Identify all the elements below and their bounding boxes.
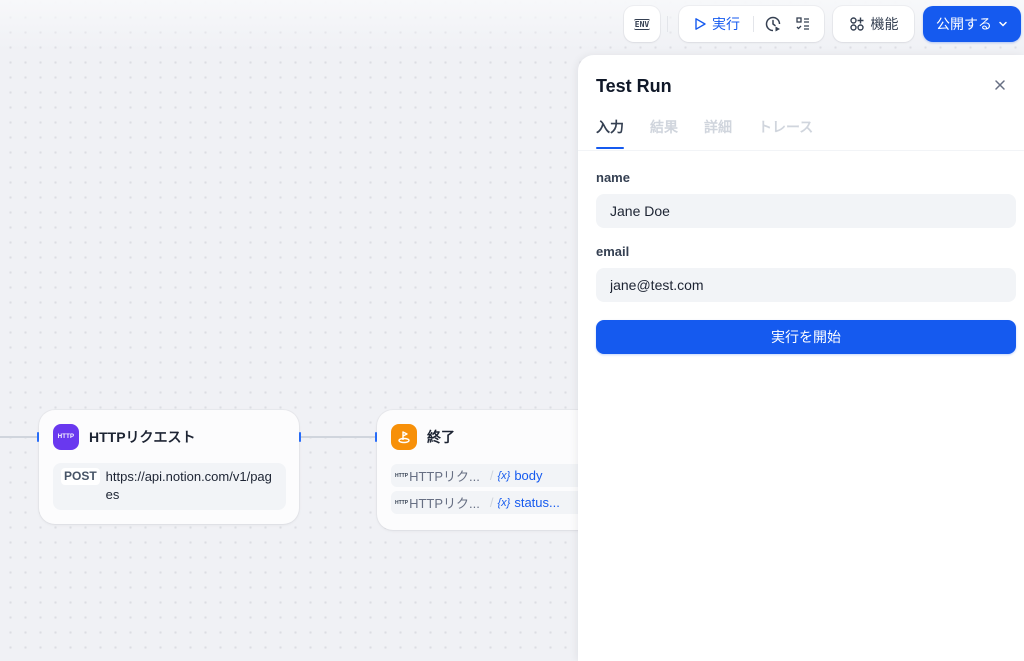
tab-detail[interactable]: 詳細 <box>704 117 732 149</box>
features-label: 機能 <box>870 16 899 32</box>
flag-icon <box>391 424 417 450</box>
checklist-icon <box>796 17 809 30</box>
name-input[interactable] <box>596 194 1016 228</box>
node-header: 終了 <box>391 424 455 450</box>
http-method: POST <box>61 468 100 485</box>
variable-icon: {x} <box>497 469 511 482</box>
features-grid-icon <box>849 17 864 31</box>
node-title: HTTPリクエスト <box>89 429 196 445</box>
edge-incoming <box>0 436 37 438</box>
close-button[interactable] <box>992 77 1008 93</box>
request-url: https://api.notion.com/v1/pages <box>105 469 272 502</box>
run-group: 実行 <box>679 6 824 42</box>
http-tag-icon: HTTP <box>395 472 409 479</box>
email-label: email <box>596 244 630 259</box>
tab-input[interactable]: 入力 <box>596 117 624 149</box>
run-button[interactable]: 実行 <box>693 14 740 34</box>
http-tag-icon: HTTP <box>395 499 409 506</box>
variable-source-node: HTTPリク... <box>409 496 480 511</box>
env-icon: ENV <box>633 18 651 30</box>
panel-title: Test Run <box>596 76 672 96</box>
http-icon: HTTP <box>53 424 79 450</box>
path-separator: / <box>489 468 494 483</box>
clock-play-icon <box>765 16 781 32</box>
http-request-node[interactable]: HTTP HTTPリクエスト POST https://api.notion.c… <box>39 410 299 524</box>
email-input[interactable] <box>596 268 1016 302</box>
node-title: 終了 <box>427 429 455 445</box>
start-run-button[interactable]: 実行を開始 <box>596 320 1016 354</box>
checklist-button[interactable] <box>794 15 812 33</box>
test-run-panel: Test Run 入力 結果 詳細 トレース name email 実行を開始 <box>578 55 1024 661</box>
history-button[interactable] <box>764 15 782 33</box>
output-variable: HTTP HTTPリク... / {x} body <box>391 464 591 487</box>
edge-http-to-end <box>301 436 375 438</box>
tab-result[interactable]: 結果 <box>650 117 678 149</box>
request-summary: POST https://api.notion.com/v1/pages <box>53 463 286 510</box>
output-variable: HTTP HTTPリク... / {x} status... <box>391 491 591 514</box>
toolbar-divider <box>667 16 668 32</box>
path-separator: / <box>489 495 494 510</box>
run-group-divider <box>753 16 754 32</box>
features-button[interactable]: 機能 <box>833 6 914 42</box>
play-icon <box>695 18 706 30</box>
close-icon <box>995 80 1005 90</box>
tab-divider <box>578 150 1024 151</box>
env-button[interactable]: ENV <box>624 6 660 42</box>
publish-label: 公開する <box>936 16 992 32</box>
variable-source-node: HTTPリク... <box>409 469 480 484</box>
name-label: name <box>596 170 630 185</box>
variable-name: body <box>514 468 543 483</box>
end-node[interactable]: 終了 HTTP HTTPリク... / {x} body HTTP HTTPリク… <box>377 410 607 530</box>
variable-name: status... <box>514 495 560 510</box>
run-label: 実行 <box>712 16 740 32</box>
publish-button[interactable]: 公開する <box>923 6 1021 42</box>
tab-trace[interactable]: トレース <box>758 117 813 149</box>
chevron-down-icon <box>999 21 1007 27</box>
node-header: HTTP HTTPリクエスト <box>53 424 196 450</box>
variable-icon: {x} <box>497 496 511 509</box>
panel-tabs: 入力 結果 詳細 トレース <box>596 117 813 149</box>
